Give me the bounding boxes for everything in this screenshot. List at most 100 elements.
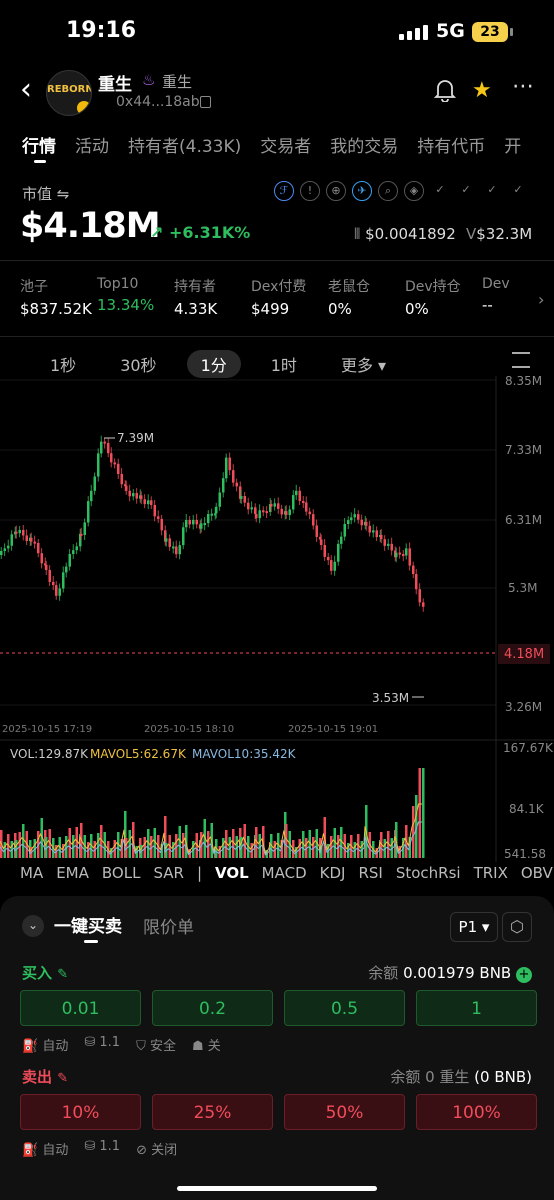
candle [3, 548, 6, 551]
buy-button-2[interactable]: 0.2 [152, 990, 273, 1026]
candle [365, 521, 368, 526]
candle [210, 513, 213, 516]
candle [390, 543, 393, 551]
indicator-vol[interactable]: VOL [215, 864, 249, 882]
sell-button-1[interactable]: 10% [20, 1094, 141, 1130]
scan-icon[interactable]: ◈ [404, 181, 424, 201]
buy-opt-off[interactable]: ☗ 关 [192, 1035, 221, 1054]
indicator-sar[interactable]: SAR [153, 864, 183, 882]
buy-button-4[interactable]: 1 [416, 990, 537, 1026]
y-label-1: 8.35M [505, 374, 542, 388]
candle [315, 525, 318, 537]
tab-holdings[interactable]: 持有代币 [417, 132, 485, 157]
status-bar: 19:16 5G 23 [0, 0, 554, 66]
copy-icon[interactable] [200, 96, 211, 108]
candle [128, 490, 131, 497]
preset-select[interactable]: P1 ▾ [450, 912, 498, 942]
candle [90, 490, 93, 502]
buy-amount-row: 0.01 0.2 0.5 1 [20, 990, 537, 1026]
search-icon[interactable]: ⌕ [378, 181, 398, 201]
sell-balance: 余额 0 重生 (0 BNB) [390, 1068, 532, 1086]
volume-bar [422, 768, 425, 858]
indicator-boll[interactable]: BOLL [102, 864, 141, 882]
chevron-right-icon[interactable]: › [538, 290, 544, 309]
star-icon[interactable]: ★ [472, 78, 492, 103]
stat-dex-paid: Dex付费 $499 [251, 279, 307, 318]
sell-label: 卖出 ✎ [22, 1068, 69, 1086]
gear-icon[interactable]: ⬡ [502, 912, 532, 942]
sell-button-3[interactable]: 50% [284, 1094, 405, 1130]
candle [292, 495, 295, 510]
tab-activity[interactable]: 活动 [75, 132, 109, 157]
more-icon[interactable]: ⋯ [512, 74, 534, 99]
vol-label-1: 167.67K [503, 741, 554, 755]
candle [165, 538, 168, 542]
vol-label-2: 84.1K [509, 802, 545, 816]
buy-button-1[interactable]: 0.01 [20, 990, 141, 1026]
indicator-stochrsi[interactable]: StochRsi [396, 864, 461, 882]
candle [188, 520, 191, 525]
indicator-ma[interactable]: MA [20, 864, 43, 882]
bell-icon[interactable] [433, 78, 457, 108]
tab-quick-trade[interactable]: 一键买卖 [54, 912, 122, 943]
candle [372, 530, 375, 533]
candle [37, 543, 40, 554]
candle [97, 453, 100, 477]
sell-opt-slip[interactable]: ⛁ 1.1 [84, 1139, 120, 1158]
candle [33, 541, 36, 544]
candle [10, 534, 13, 546]
sell-button-2[interactable]: 25% [152, 1094, 273, 1130]
candle [22, 529, 25, 536]
token-header: ‹ REBORN 重生 ♨ 重生 0x44...18ab ★ ⋯ [0, 66, 554, 122]
candle [383, 539, 386, 546]
candle [343, 524, 346, 537]
chevron-down-icon[interactable]: ⌄ [22, 915, 44, 937]
buy-opt-safe[interactable]: ⛉ 安全 [136, 1035, 176, 1054]
candle [347, 520, 350, 524]
buy-button-3[interactable]: 0.5 [284, 990, 405, 1026]
telegram-icon[interactable]: ✈ [352, 181, 372, 201]
tab-more[interactable]: 开 [504, 132, 521, 157]
candle [55, 585, 58, 596]
candle [113, 462, 116, 465]
back-icon[interactable]: ‹ [20, 75, 42, 106]
candle [273, 503, 276, 507]
tab-limit-order[interactable]: 限价单 [143, 913, 194, 938]
globe-icon[interactable]: ⊕ [326, 181, 346, 201]
buy-opt-slip[interactable]: ⛁ 1.1 [84, 1035, 120, 1054]
buy-balance: 余额 0.001979 BNB + [368, 962, 532, 983]
info-icon[interactable]: ! [300, 181, 320, 201]
stats-row: 池子 $837.52K Top10 13.34% 持有者 4.33K Dex付费 $49… [20, 276, 522, 318]
indicator-kdj[interactable]: KDJ [320, 864, 346, 882]
candle [117, 463, 120, 474]
price-change: ↗ +6.31K% [150, 223, 251, 242]
candle [0, 551, 3, 555]
indicator-trix[interactable]: TRIX [474, 864, 508, 882]
buy-label: 买入 ✎ [22, 964, 69, 982]
tab-holders[interactable]: 持有者(4.33K) [128, 132, 241, 157]
indicator-obv[interactable]: OBV [521, 864, 553, 882]
tab-traders[interactable]: 交易者 [260, 132, 311, 157]
sell-opt-auto[interactable]: ⛽ 自动 [22, 1139, 68, 1158]
candle [172, 546, 175, 549]
candle [175, 546, 178, 555]
candle [48, 570, 51, 582]
sell-button-4[interactable]: 100% [416, 1094, 537, 1130]
candle [132, 493, 135, 497]
token-logo: REBORN [46, 70, 92, 116]
sell-opt-off[interactable]: ⊘ 关闭 [136, 1139, 177, 1158]
tab-market[interactable]: 行情 [22, 132, 56, 163]
price-chart[interactable]: 8.35M 7.33M 6.31M 5.3M 4.18M 3.26M 2025-… [0, 340, 554, 862]
indicator-rsi[interactable]: RSI [358, 864, 382, 882]
feather-icon[interactable]: ℱ [274, 181, 294, 201]
token-address[interactable]: 0x44...18ab [116, 94, 200, 110]
divider [0, 336, 554, 337]
candle [412, 565, 415, 574]
market-cap-label[interactable]: 市值 ⇋ [22, 183, 69, 204]
indicator-macd[interactable]: MACD [262, 864, 307, 882]
indicator-ema[interactable]: EMA [56, 864, 89, 882]
tab-my-trades[interactable]: 我的交易 [330, 132, 398, 157]
candle [147, 500, 150, 505]
buy-opt-auto[interactable]: ⛽ 自动 [22, 1035, 68, 1054]
home-indicator [177, 1186, 377, 1191]
